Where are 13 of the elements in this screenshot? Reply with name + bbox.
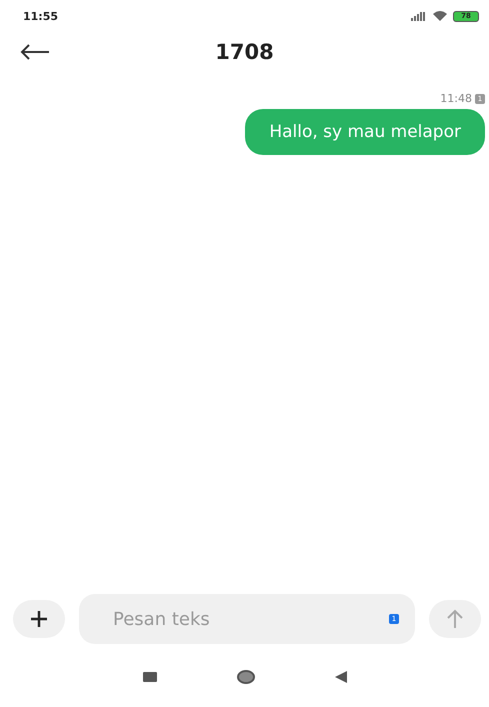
- back-arrow-icon[interactable]: [20, 44, 50, 60]
- recents-icon[interactable]: [142, 672, 156, 682]
- conversation-title: 1708: [214, 40, 275, 64]
- status-time: 11:55: [23, 10, 58, 22]
- up-arrow-icon: [446, 609, 464, 629]
- add-button[interactable]: [13, 600, 65, 638]
- back-icon[interactable]: [334, 671, 346, 683]
- plus-icon: [30, 610, 48, 628]
- home-icon[interactable]: [236, 670, 254, 684]
- message-time: 11:48: [440, 92, 472, 105]
- message-bubble: Hallo, sy mau melapor: [245, 109, 485, 155]
- signal-icon: [411, 12, 427, 20]
- wifi-icon: [433, 11, 447, 21]
